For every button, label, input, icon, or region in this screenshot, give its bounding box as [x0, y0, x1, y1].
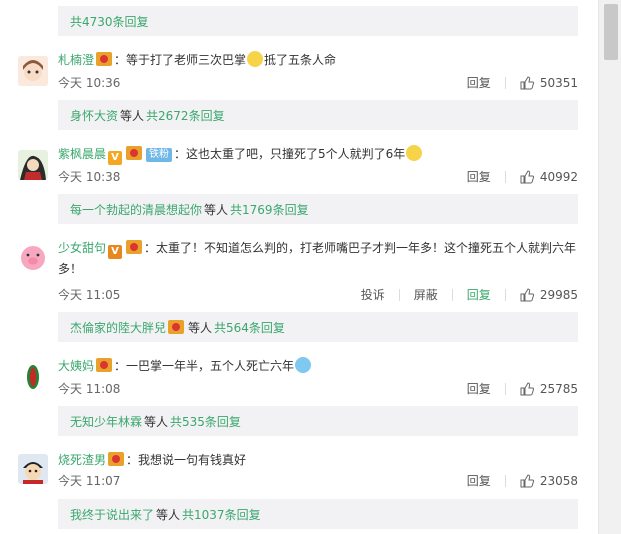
comment-text-line: 烧死渣男 ：我想说一句有钱真好	[58, 450, 578, 470]
timestamp: 今天 11:05	[58, 288, 121, 302]
fan-tag: 铁粉	[146, 148, 173, 162]
reply-count[interactable]: 共1769条回复	[230, 201, 309, 218]
timestamp: 今天 11:08	[58, 382, 121, 396]
reply-button[interactable]: 回复	[467, 168, 491, 185]
divider	[504, 288, 506, 301]
reply-button[interactable]: 回复	[467, 286, 491, 303]
avatar[interactable]	[18, 56, 48, 86]
like-count: 29985	[539, 287, 578, 302]
block-button[interactable]: 屏蔽	[414, 286, 438, 303]
thumbs-up-icon[interactable]	[520, 473, 534, 488]
reply-summary[interactable]: 每一个勃起的清晨想起你 等人 共1769条回复	[58, 194, 578, 224]
comment-text: ：这也太重了吧，只撞死了5个人就判了6年	[174, 147, 406, 161]
timestamp: 今天 11:07	[58, 474, 121, 488]
comment-text-cont: 多！	[58, 262, 83, 276]
verified-icon: V	[108, 151, 123, 165]
comment-actions: 回复 40992	[453, 168, 578, 185]
comment-text: ：一巴掌一年半，五个人死亡六年	[114, 359, 295, 373]
thumbs-up-icon[interactable]	[520, 381, 534, 396]
avatar[interactable]	[18, 362, 48, 392]
reply-count[interactable]: 共535条回复	[170, 413, 241, 430]
reply-user[interactable]: 无知少年林霖	[70, 413, 142, 430]
avatar[interactable]	[18, 242, 48, 272]
reply-button[interactable]: 回复	[467, 472, 491, 489]
like-count: 25785	[539, 381, 578, 396]
timestamp: 今天 10:36	[58, 76, 121, 90]
reply-summary[interactable]: 身怀大资 等人 共2672条回复	[58, 100, 578, 130]
reply-user[interactable]: 每一个勃起的清晨想起你	[70, 201, 202, 218]
comment-actions: 回复 25785	[453, 380, 578, 397]
comment-text-line: 少女甜句 V ：太重了！不知道怎么判的，打老师嘴巴子才判一年多！这个撞死五个人就判六…	[58, 238, 578, 279]
divider	[504, 382, 506, 395]
report-button[interactable]: 投诉	[361, 286, 385, 303]
thumbs-up-icon[interactable]	[520, 75, 534, 90]
divider	[504, 474, 506, 487]
reply-count[interactable]: 共564条回复	[214, 319, 285, 336]
fan-badge-icon	[108, 452, 125, 466]
divider	[504, 76, 506, 89]
username[interactable]: 紫枫晨晨	[58, 147, 106, 161]
reply-summary[interactable]: 我终于说出来了 等人 共1037条回复	[58, 499, 578, 529]
reply-user[interactable]: 身怀大资	[70, 107, 118, 124]
comment-actions: 投诉 屏蔽 回复 29985	[347, 286, 578, 303]
reply-count[interactable]: 共1037条回复	[182, 506, 261, 523]
thumbs-up-icon[interactable]	[520, 169, 534, 184]
avatar[interactable]	[18, 150, 48, 180]
verified-icon: V	[108, 245, 123, 259]
reply-count[interactable]: 共4730条回复	[70, 13, 149, 30]
divider	[398, 288, 400, 301]
avatar[interactable]	[18, 454, 48, 484]
reply-user[interactable]: 杰倫家的陸大胖兒	[70, 319, 166, 336]
like-count: 23058	[539, 473, 578, 488]
reply-user[interactable]: 我终于说出来了	[70, 506, 154, 523]
grin-emoji-icon	[247, 51, 264, 67]
reply-summary-top[interactable]: 共4730条回复	[58, 6, 578, 36]
divider	[504, 170, 506, 183]
comment-text: ：太重了！不知道怎么判的，打老师嘴巴子才判一年多！这个撞死五个人就判六年	[144, 241, 577, 255]
reply-button[interactable]: 回复	[467, 380, 491, 397]
comment-actions: 回复 23058	[453, 472, 578, 489]
comment-actions: 回复 50351	[453, 74, 578, 91]
fan-badge-icon	[126, 146, 143, 160]
sweat-emoji-icon	[295, 357, 312, 373]
username[interactable]: 少女甜句	[58, 241, 106, 255]
reply-summary[interactable]: 无知少年林霖 等人 共535条回复	[58, 406, 578, 436]
reply-button[interactable]: 回复	[467, 74, 491, 91]
comment-text-cont: 抵了五条人命	[264, 53, 337, 67]
like-count: 50351	[539, 75, 578, 90]
comment-text-line: 紫枫晨晨 V 铁粉 ：这也太重了吧，只撞死了5个人就判了6年	[58, 144, 578, 165]
fan-badge-icon	[96, 358, 113, 372]
divider	[451, 288, 453, 301]
fan-badge-icon	[168, 320, 185, 334]
fan-badge-icon	[126, 240, 143, 254]
reply-count[interactable]: 共2672条回复	[146, 107, 225, 124]
username[interactable]: 大姨妈	[58, 359, 94, 373]
reply-summary[interactable]: 杰倫家的陸大胖兒 等人 共564条回复	[58, 312, 578, 342]
like-count: 40992	[539, 169, 578, 184]
scrollbar[interactable]	[598, 0, 621, 534]
comment-text: ：等于打了老师三次巴掌	[114, 53, 247, 67]
thumbs-up-icon[interactable]	[520, 287, 534, 302]
comment-text-line: 札楠澄 ：等于打了老师三次巴掌 抵了五条人命	[58, 50, 578, 70]
fan-badge-icon	[96, 52, 113, 66]
comment-text-line: 大姨妈 ：一巴掌一年半，五个人死亡六年	[58, 356, 578, 376]
scrollbar-thumb[interactable]	[604, 4, 618, 60]
comment-text: ：我想说一句有钱真好	[126, 453, 247, 467]
username[interactable]: 札楠澄	[58, 53, 94, 67]
username[interactable]: 烧死渣男	[58, 453, 106, 467]
smile-emoji-icon	[406, 145, 423, 161]
timestamp: 今天 10:38	[58, 170, 121, 184]
